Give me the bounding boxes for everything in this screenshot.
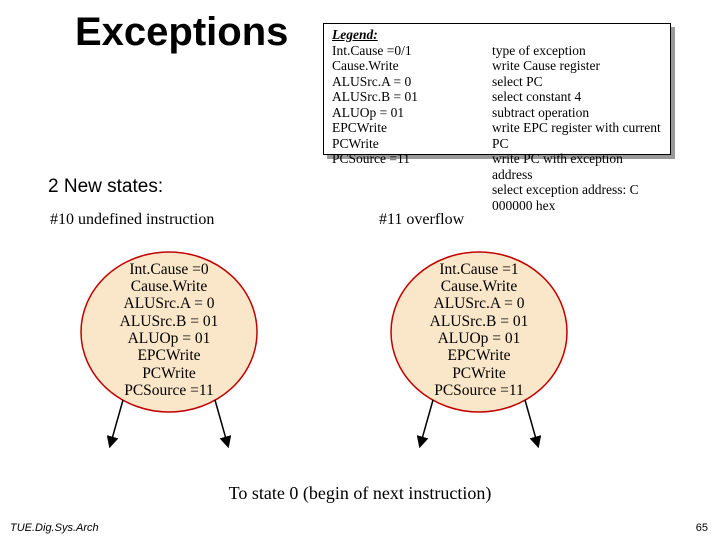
legend-desc: select exception address: C 000000 hex — [492, 182, 662, 213]
legend-desc-col: type of exception write Cause register s… — [492, 43, 662, 214]
state-text-11: Int.Cause =1 Cause.Write ALUSrc.A = 0 AL… — [370, 221, 588, 439]
state-line: PCSource =11 — [124, 382, 214, 399]
legend-signal: PCSource =11 — [332, 151, 492, 167]
legend-desc: write PC with exception address — [492, 151, 662, 182]
slide-title: Exceptions — [75, 10, 288, 55]
state-line: PCWrite — [452, 365, 506, 382]
state-line: ALUOp = 01 — [128, 330, 211, 347]
legend-heading: Legend: — [332, 27, 662, 43]
continue-text: To state 0 (begin of next instruction) — [0, 483, 720, 504]
state-line: PCWrite — [142, 365, 196, 382]
legend-signal: ALUOp = 01 — [332, 105, 492, 121]
legend-desc: write EPC register with current PC — [492, 120, 662, 151]
legend-desc: type of exception — [492, 43, 662, 59]
state-line: EPCWrite — [137, 347, 200, 364]
footer-right: 65 — [696, 522, 708, 534]
legend-signal: ALUSrc.A = 0 — [332, 74, 492, 90]
state-line: ALUSrc.B = 01 — [120, 313, 219, 330]
legend-desc: select constant 4 — [492, 89, 662, 105]
legend-box: Legend: Int.Cause =0/1 Cause.Write ALUSr… — [323, 23, 671, 155]
state-text-10: Int.Cause =0 Cause.Write ALUSrc.A = 0 AL… — [60, 221, 278, 439]
legend-desc: select PC — [492, 74, 662, 90]
state-line: Int.Cause =1 — [439, 261, 518, 278]
legend-signals-col: Int.Cause =0/1 Cause.Write ALUSrc.A = 0 … — [332, 43, 492, 214]
state-line: EPCWrite — [447, 347, 510, 364]
legend-desc: subtract operation — [492, 105, 662, 121]
legend-signal: ALUSrc.B = 01 — [332, 89, 492, 105]
state-line: ALUSrc.B = 01 — [430, 313, 529, 330]
state-line: Int.Cause =0 — [129, 261, 208, 278]
state-line: ALUSrc.A = 0 — [434, 295, 525, 312]
legend-signal: EPCWrite — [332, 120, 492, 136]
legend-signal: Int.Cause =0/1 — [332, 43, 492, 59]
state-line: ALUSrc.A = 0 — [124, 295, 215, 312]
legend-signal: PCWrite — [332, 136, 492, 152]
state-line: ALUOp = 01 — [438, 330, 521, 347]
state-node-10: Int.Cause =0 Cause.Write ALUSrc.A = 0 AL… — [60, 237, 278, 455]
state-node-11: Int.Cause =1 Cause.Write ALUSrc.A = 0 AL… — [370, 237, 588, 455]
footer-left: TUE.Dig.Sys.Arch — [10, 522, 99, 534]
legend-signal: Cause.Write — [332, 58, 492, 74]
state-line: Cause.Write — [131, 278, 207, 295]
legend-desc: write Cause register — [492, 58, 662, 74]
state-line: PCSource =11 — [434, 382, 524, 399]
state-line: Cause.Write — [441, 278, 517, 295]
subheader: 2 New states: — [48, 176, 163, 198]
